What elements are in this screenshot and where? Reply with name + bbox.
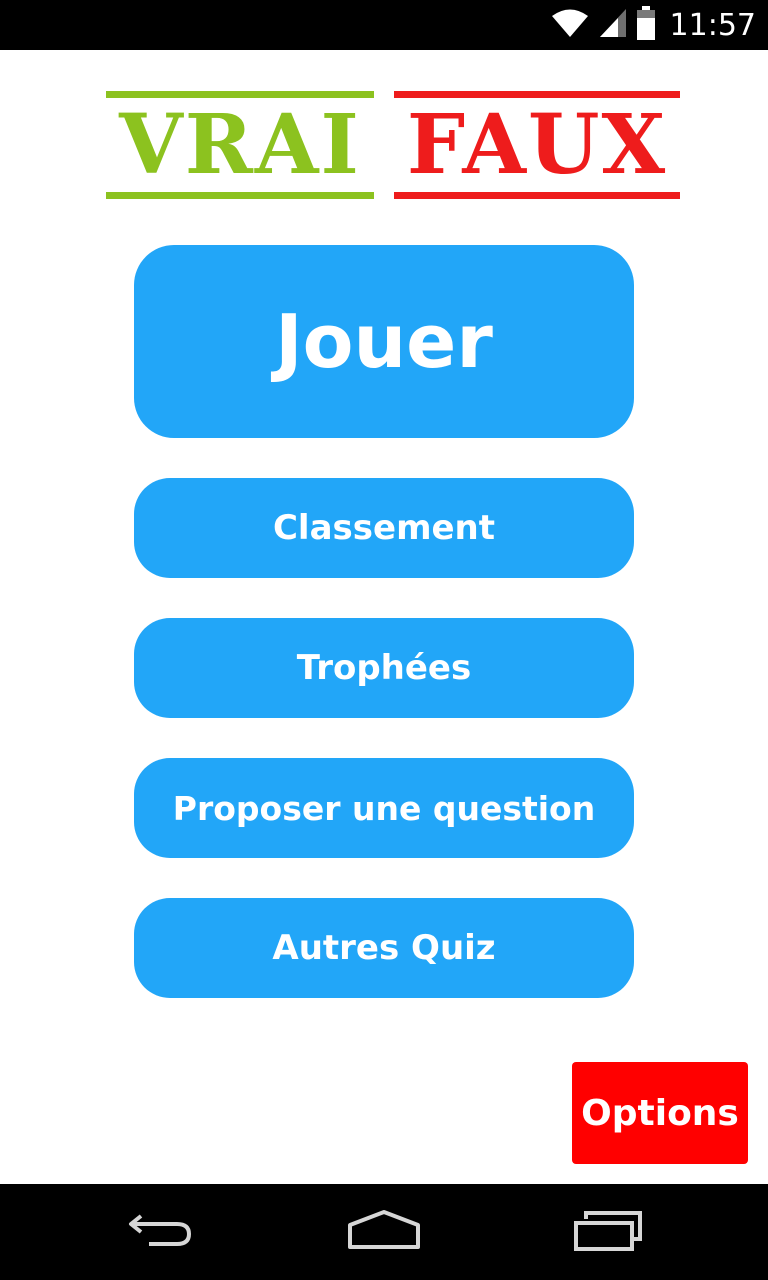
back-button[interactable] [115,1204,205,1260]
options-button[interactable]: Options [572,1062,748,1164]
trophies-button[interactable]: Trophées [134,618,634,718]
logo-vrai: VRAI [106,88,374,202]
logo-faux: FAUX [394,88,680,202]
app-logo: VRAI FAUX [106,88,680,202]
play-button[interactable]: Jouer [134,245,634,438]
other-quiz-button[interactable]: Autres Quiz [134,898,634,998]
back-icon [125,1210,195,1254]
wifi-icon [550,7,590,43]
home-icon [346,1209,422,1255]
logo-faux-bottom-bar [394,192,680,199]
recents-icon [572,1209,644,1255]
navigation-bar [0,1184,768,1280]
status-bar: 11:57 [0,0,768,50]
logo-vrai-bottom-bar [106,192,374,199]
status-icons: 11:57 [550,0,756,50]
logo-vrai-text: VRAI [119,97,361,193]
app-screen: 11:57 VRAI FAUX Jouer Classement Trophée… [0,0,768,1280]
recents-button[interactable] [563,1204,653,1260]
logo-faux-text: FAUX [406,97,668,193]
propose-question-button[interactable]: Proposer une question [134,758,634,858]
home-button[interactable] [339,1204,429,1260]
status-time: 11:57 [669,7,756,43]
signal-icon [598,7,628,43]
battery-icon [636,6,656,44]
ranking-button[interactable]: Classement [134,478,634,578]
